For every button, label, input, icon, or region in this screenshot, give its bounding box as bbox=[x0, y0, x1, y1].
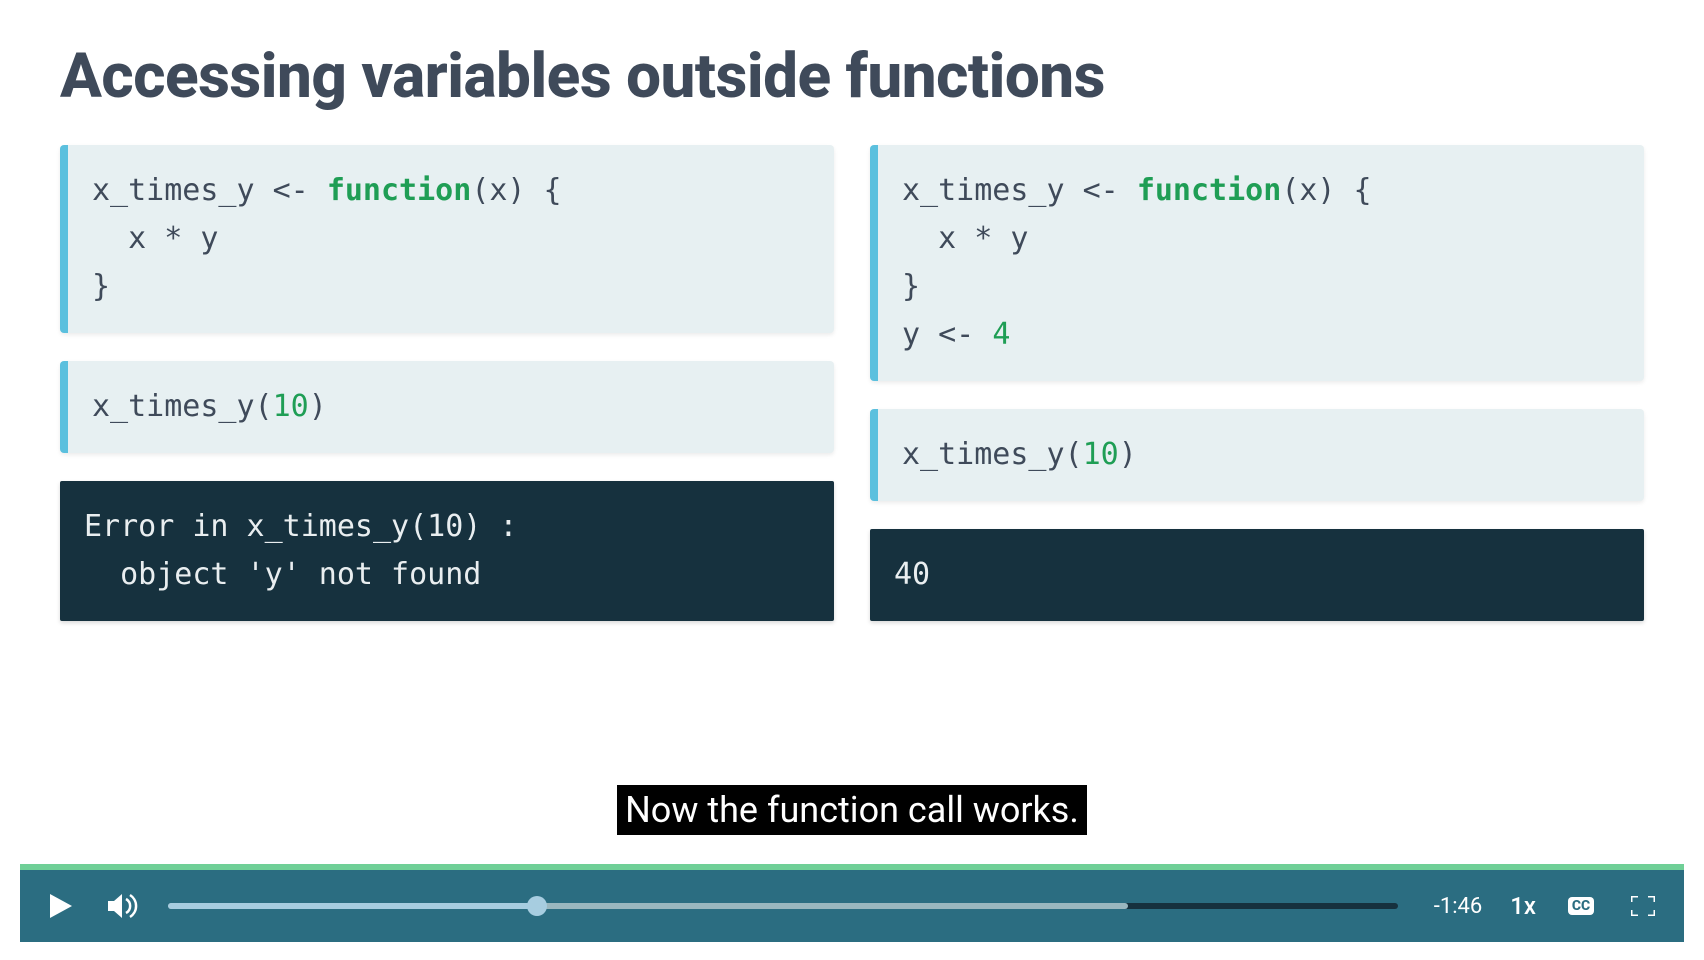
code-keyword: function bbox=[1137, 173, 1282, 208]
code-block-right-1: x_times_y <- function(x) { x * y } y <- … bbox=[870, 145, 1644, 381]
code-number: 4 bbox=[992, 317, 1010, 352]
slide-title: Accessing variables outside functions bbox=[60, 40, 1644, 113]
right-column: x_times_y <- function(x) { x * y } y <- … bbox=[870, 145, 1644, 621]
playback-speed-button[interactable]: 1x bbox=[1510, 892, 1536, 920]
output-block-left: Error in x_times_y(10) : object 'y' not … bbox=[60, 481, 834, 621]
progress-thumb[interactable] bbox=[527, 896, 547, 916]
code-text: x * y bbox=[902, 221, 1028, 256]
code-block-left-2: x_times_y(10) bbox=[60, 361, 834, 453]
code-text: (x) { bbox=[471, 173, 561, 208]
caption-container: Now the function call works. bbox=[0, 785, 1704, 835]
volume-button[interactable] bbox=[106, 889, 140, 923]
fullscreen-button[interactable] bbox=[1626, 889, 1660, 923]
fullscreen-icon bbox=[1631, 896, 1655, 916]
left-column: x_times_y <- function(x) { x * y } x_tim… bbox=[60, 145, 834, 621]
progress-container: -1:46 bbox=[168, 894, 1482, 919]
progress-played bbox=[168, 903, 537, 909]
subtitle-caption: Now the function call works. bbox=[617, 785, 1087, 835]
code-text: x_times_y( bbox=[902, 437, 1083, 472]
code-block-left-1: x_times_y <- function(x) { x * y } bbox=[60, 145, 834, 333]
progress-track[interactable] bbox=[168, 903, 1398, 909]
output-block-right: 40 bbox=[870, 529, 1644, 621]
play-button[interactable] bbox=[44, 889, 78, 923]
code-text: } bbox=[92, 269, 110, 304]
code-text: x_times_y <- bbox=[92, 173, 327, 208]
code-keyword: function bbox=[327, 173, 472, 208]
code-text: x_times_y <- bbox=[902, 173, 1137, 208]
code-text: } bbox=[902, 269, 920, 304]
play-icon bbox=[50, 894, 72, 918]
code-block-right-2: x_times_y(10) bbox=[870, 409, 1644, 501]
code-number: 10 bbox=[1083, 437, 1119, 472]
closed-captions-button[interactable]: CC bbox=[1564, 889, 1598, 923]
code-text: ) bbox=[309, 389, 327, 424]
code-text: x_times_y( bbox=[92, 389, 273, 424]
code-text: ) bbox=[1119, 437, 1137, 472]
code-text: x * y bbox=[92, 221, 218, 256]
code-text: y <- bbox=[902, 317, 992, 352]
volume-icon bbox=[108, 893, 138, 919]
code-number: 10 bbox=[273, 389, 309, 424]
video-player-bar: -1:46 1x CC bbox=[20, 870, 1684, 942]
cc-icon: CC bbox=[1568, 897, 1594, 915]
columns: x_times_y <- function(x) { x * y } x_tim… bbox=[60, 145, 1644, 621]
slide-content: Accessing variables outside functions x_… bbox=[20, 0, 1684, 795]
time-remaining: -1:46 bbox=[1420, 894, 1482, 919]
code-text: (x) { bbox=[1281, 173, 1371, 208]
